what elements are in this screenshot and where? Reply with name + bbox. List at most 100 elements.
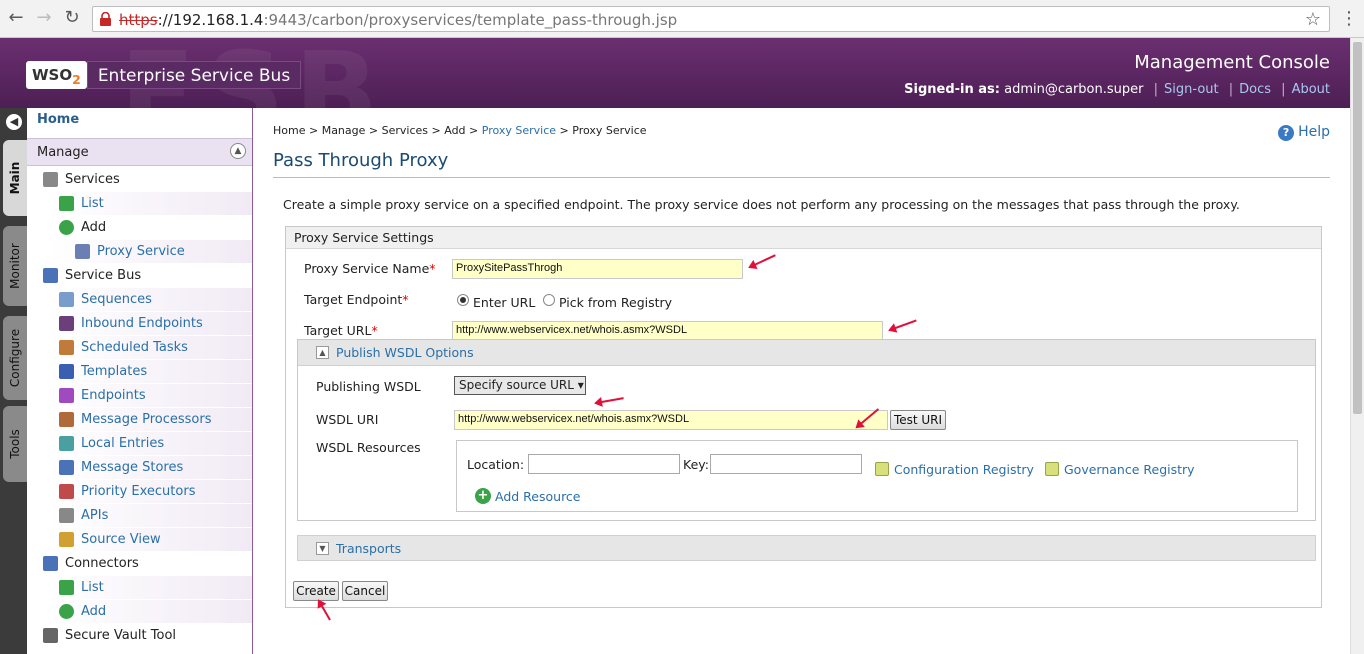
gear-icon [43, 172, 58, 187]
collapse-toggle-icon[interactable]: ▲ [316, 346, 329, 359]
location-input[interactable] [528, 454, 680, 474]
settings-header: Proxy Service Settings [286, 227, 1321, 249]
help-icon: ? [1278, 125, 1295, 141]
sidebar-item-add[interactable]: Add [27, 600, 252, 624]
wsdl-resources-label: WSDL Resources [316, 440, 421, 455]
wsdl-uri-label: WSDL URI [316, 412, 379, 427]
sidebar-item-add[interactable]: Add [27, 216, 252, 240]
main-content: Home > Manage > Services > Add > Proxy S… [253, 108, 1350, 654]
sidebar-item-label: Endpoints [81, 388, 146, 403]
list-icon [59, 580, 74, 595]
expand-toggle-icon[interactable]: ▼ [316, 542, 329, 555]
title-divider [273, 177, 1330, 178]
config-registry-link[interactable]: Configuration Registry [894, 462, 1034, 477]
sidebar-item-label: Inbound Endpoints [81, 316, 203, 331]
sidebar-home-link[interactable]: Home [37, 112, 79, 127]
sidebar-item-templates[interactable]: Templates [27, 360, 252, 384]
sidebar-item-sequences[interactable]: Sequences [27, 288, 252, 312]
sidebar-item-message-processors[interactable]: Message Processors [27, 408, 252, 432]
service-bus-icon [43, 268, 58, 283]
about-link[interactable]: About [1292, 82, 1330, 97]
sidebar-item-service-bus[interactable]: Service Bus [27, 264, 252, 288]
wsdl-uri-input[interactable]: http://www.webservicex.net/whois.asmx?WS… [454, 410, 888, 430]
collapse-menu-icon[interactable]: ◀ [6, 114, 22, 130]
publish-wsdl-header[interactable]: ▲ Publish WSDL Options [298, 340, 1315, 366]
browser-menu-icon[interactable]: ⋮ [1340, 8, 1358, 29]
tab-tools[interactable]: Tools [3, 406, 27, 482]
publishing-wsdl-select[interactable]: Specify source URL ▾ [454, 376, 586, 395]
pick-registry-radio[interactable] [543, 294, 555, 306]
reload-icon[interactable]: ↻ [62, 8, 82, 28]
apis-icon [59, 508, 74, 523]
sequences-icon [59, 292, 74, 307]
gov-registry-link[interactable]: Governance Registry [1064, 462, 1195, 477]
sidebar-item-label: Connectors [65, 556, 139, 571]
cancel-button[interactable]: Cancel [342, 581, 388, 601]
sidebar-item-list[interactable]: List [27, 576, 252, 600]
sidebar-item-proxy-service[interactable]: Proxy Service [27, 240, 252, 264]
tab-configure[interactable]: Configure [3, 316, 27, 400]
back-icon[interactable]: ← [6, 8, 26, 28]
vertical-tab-bar: ◀ Main Monitor Configure Tools [0, 108, 27, 654]
scrollbar-thumb[interactable] [1353, 42, 1362, 414]
wsdl-resources-box: Location: Key: Configuration Registry Go… [456, 440, 1298, 512]
sidebar-item-source-view[interactable]: Source View [27, 528, 252, 552]
pick-registry-label: Pick from Registry [559, 295, 673, 310]
gov-registry-icon [1045, 462, 1059, 476]
page-scrollbar[interactable] [1350, 38, 1364, 654]
breadcrumb-proxy-service-link[interactable]: Proxy Service [482, 124, 556, 137]
page-description: Create a simple proxy service on a speci… [283, 197, 1240, 212]
sidebar-item-local-entries[interactable]: Local Entries [27, 432, 252, 456]
bookmark-star-icon[interactable]: ☆ [1305, 9, 1321, 30]
add-icon [59, 220, 74, 235]
sidebar-item-list[interactable]: List [27, 192, 252, 216]
sidebar-item-priority-executors[interactable]: Priority Executors [27, 480, 252, 504]
sidebar-item-connectors[interactable]: Connectors [27, 552, 252, 576]
sidebar-item-label: Message Processors [81, 412, 212, 427]
sidebar-item-label: List [81, 580, 104, 595]
add-resource-icon[interactable]: + [475, 488, 491, 504]
source-view-icon [59, 532, 74, 547]
sidebar-item-label: Source View [81, 532, 161, 547]
address-bar[interactable]: https://192.168.1.4:9443/carbon/proxyser… [92, 6, 1330, 32]
wso2-esb-logo[interactable]: WSO2 Enterprise Service Bus [26, 60, 302, 90]
sign-out-link[interactable]: Sign-out [1164, 82, 1219, 97]
create-button[interactable]: Create [293, 581, 339, 601]
sidebar-item-label: Priority Executors [81, 484, 196, 499]
sidebar-item-scheduled-tasks[interactable]: Scheduled Tasks [27, 336, 252, 360]
test-uri-button[interactable]: Test URI [890, 410, 946, 430]
sidebar-item-label: List [81, 196, 104, 211]
sidebar-item-label: Services [65, 172, 120, 187]
sidebar-item-label: Secure Vault Tool [65, 628, 177, 643]
enter-url-radio[interactable] [457, 294, 469, 306]
sidebar-item-secure-vault-tool[interactable]: Secure Vault Tool [27, 624, 252, 648]
forward-icon[interactable]: → [34, 8, 54, 28]
sidebar-item-message-stores[interactable]: Message Stores [27, 456, 252, 480]
sidebar-item-inbound-endpoints[interactable]: Inbound Endpoints [27, 312, 252, 336]
proxy-name-input[interactable]: ProxySitePassThrogh [452, 259, 743, 279]
templates-icon [59, 364, 74, 379]
tab-main[interactable]: Main [3, 140, 27, 216]
url-text: https://192.168.1.4:9443/carbon/proxyser… [119, 11, 678, 29]
sidebar-item-label: Message Stores [81, 460, 184, 475]
transports-header[interactable]: ▼ Transports [297, 535, 1316, 561]
add-resource-link[interactable]: Add Resource [495, 489, 581, 504]
browser-toolbar: ← → ↻ https://192.168.1.4:9443/carbon/pr… [0, 0, 1364, 38]
sidebar-manage-header[interactable]: Manage ▲ [27, 138, 252, 166]
breadcrumb-home[interactable]: Home [273, 124, 305, 137]
key-input[interactable] [710, 454, 862, 474]
stores-icon [59, 460, 74, 475]
sidebar-item-endpoints[interactable]: Endpoints [27, 384, 252, 408]
enter-url-label: Enter URL [473, 295, 536, 310]
endpoints-icon [59, 388, 74, 403]
sidebar-item-label: Scheduled Tasks [81, 340, 188, 355]
docs-link[interactable]: Docs [1239, 82, 1271, 97]
target-url-input[interactable]: http://www.webservicex.net/whois.asmx?WS… [452, 321, 883, 341]
help-link[interactable]: ? Help [1278, 124, 1330, 141]
sidebar-item-services[interactable]: Services [27, 168, 252, 192]
collapse-up-icon[interactable]: ▲ [230, 143, 246, 159]
sidebar-item-label: Templates [81, 364, 148, 379]
connectors-icon [43, 556, 58, 571]
sidebar-item-apis[interactable]: APIs [27, 504, 252, 528]
tab-monitor[interactable]: Monitor [3, 226, 27, 306]
